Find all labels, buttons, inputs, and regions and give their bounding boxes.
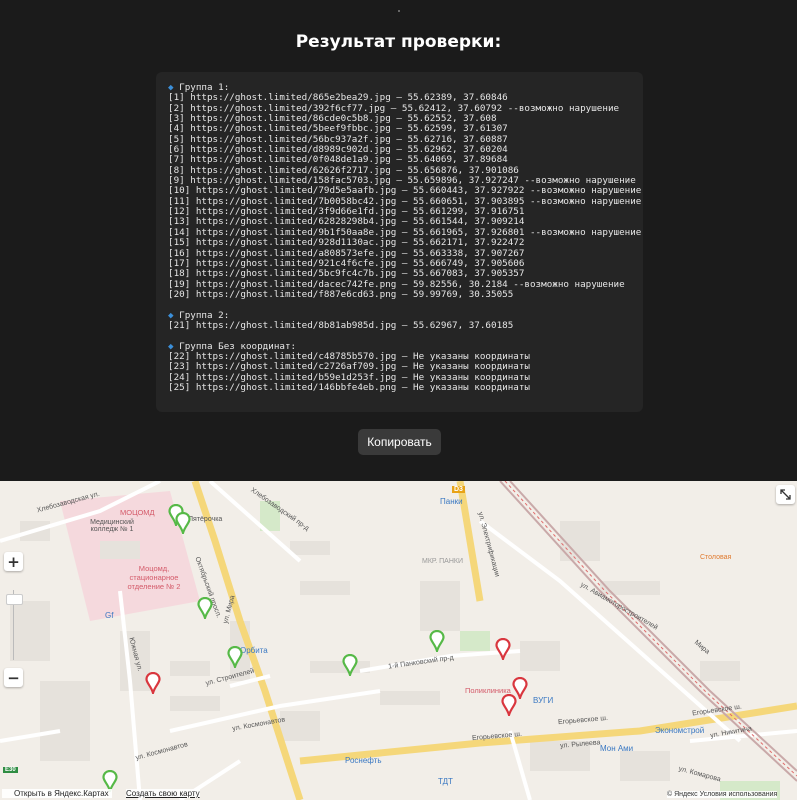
result-line: [12] https://ghost.limited/3f9d66e1fd.jp… — [168, 206, 525, 218]
result-line: [23] https://ghost.limited/c2726af709.jp… — [168, 361, 530, 373]
map-marker-ok[interactable] — [342, 654, 358, 676]
diamond-icon: ◆ — [168, 309, 174, 321]
metro-badge: D3 — [452, 486, 465, 493]
result-line: [11] https://ghost.limited/7b0058bc42.jp… — [168, 195, 642, 207]
result-line: [8] https://ghost.limited/62626f2717.jpg… — [168, 164, 519, 176]
result-line: [4] https://ghost.limited/5beef9fbbc.jpg… — [168, 123, 508, 135]
result-line: [18] https://ghost.limited/5bc9fc4c7b.jp… — [168, 268, 525, 280]
map-marker-violation[interactable] — [145, 672, 161, 694]
result-line: [22] https://ghost.limited/c48785b570.jp… — [168, 350, 530, 362]
highway-badge: E30 — [3, 767, 18, 773]
legal-notice[interactable]: © Яндекс Условия использования — [667, 791, 778, 798]
result-line: [15] https://ghost.limited/928d1130ac.jp… — [168, 237, 525, 249]
result-line: [16] https://ghost.limited/a808573efe.jp… — [168, 247, 525, 259]
result-line: [3] https://ghost.limited/86cde0c5b8.jpg… — [168, 113, 497, 125]
top-indicator-dot — [398, 10, 400, 12]
district-label: МКР. ПАНКИ — [422, 558, 464, 565]
poi-label-moscomd: МОЦОМД — [120, 508, 155, 517]
diamond-icon: ◆ — [168, 82, 174, 93]
map-marker-ok[interactable] — [429, 630, 445, 652]
result-line: [6] https://ghost.limited/d8989c902d.jpg… — [168, 144, 508, 156]
map-marker-ok[interactable] — [227, 646, 243, 668]
poi-label-gf: Gf — [105, 611, 114, 620]
map-marker-ok[interactable] — [175, 512, 191, 534]
create-map-link[interactable]: Создать свою карту — [126, 789, 200, 798]
result-list: ◆ Группа 1: [1] https://ghost.limited/86… — [168, 82, 641, 393]
poi-label-tdt: ТДТ — [438, 777, 453, 786]
diamond-icon: ◆ — [168, 340, 174, 352]
fullscreen-button[interactable] — [776, 485, 795, 504]
poi-label-vugi: ВУГИ — [533, 696, 554, 705]
result-panel: ◆ Группа 1: [1] https://ghost.limited/86… — [156, 72, 643, 412]
group-header: ◆ Группа Без координат: — [168, 340, 297, 352]
result-line: [21] https://ghost.limited/8b81ab985d.jp… — [168, 319, 514, 331]
poi-label-ekonomstroy: Экономстрой — [655, 726, 705, 735]
result-line: [17] https://ghost.limited/921c4f6cfe.jp… — [168, 257, 525, 269]
map-marker-ok[interactable] — [197, 597, 213, 619]
result-line: [9] https://ghost.limited/158fac5703.jpg… — [168, 175, 636, 187]
map-marker-violation[interactable] — [495, 638, 511, 660]
poi-label-stolovaya: Столовая — [700, 554, 732, 561]
result-line: [7] https://ghost.limited/0f048de1a9.jpg… — [168, 154, 508, 166]
zoom-slider-handle[interactable] — [6, 594, 23, 605]
poi-label-pyaterochka: Пятёрочка — [188, 516, 223, 523]
poi-label-monami: Мон Ами — [600, 744, 634, 753]
poi-label-rosneft: Роснефть — [345, 756, 382, 765]
result-line: [19] https://ghost.limited/dacec742fe.pn… — [168, 278, 625, 290]
group-header: ◆ Группа 1: — [168, 82, 230, 93]
group-header: ◆ Группа 2: — [168, 309, 230, 321]
result-line: [2] https://ghost.limited/392f6cf77.jpg … — [168, 102, 620, 114]
poi-label-hospital: Моцомд, стационарное отделение № 2 — [127, 564, 181, 591]
zoom-out-button[interactable]: − — [4, 668, 23, 687]
open-in-yandex-maps-link[interactable]: Открыть в Яндекс.Картах — [2, 789, 112, 798]
expand-icon — [780, 489, 791, 500]
result-line: [24] https://ghost.limited/b59e1d253f.jp… — [168, 371, 530, 383]
map-marker-violation[interactable] — [501, 694, 517, 716]
copy-button[interactable]: Копировать — [358, 429, 441, 455]
map-view[interactable]: Хлебозаводская ул. МОЦОМД Медицинский ко… — [0, 481, 797, 800]
result-line: [10] https://ghost.limited/79d5e5aafb.jp… — [168, 185, 642, 197]
poi-label-college: Медицинский колледж № 1 — [90, 519, 134, 533]
result-line: [1] https://ghost.limited/865e2bea29.jpg… — [168, 92, 508, 104]
result-line: [20] https://ghost.limited/f887e6cd63.pn… — [168, 288, 514, 300]
result-line: [13] https://ghost.limited/62828298b4.jp… — [168, 216, 525, 228]
poi-label-orbita: Орбита — [240, 646, 268, 655]
result-line: [14] https://ghost.limited/9b1f50aa8e.jp… — [168, 226, 642, 238]
result-line: [5] https://ghost.limited/56bc937a2f.jpg… — [168, 133, 508, 145]
poi-label-panki: Панки — [440, 497, 463, 506]
page-title: Результат проверки: — [295, 32, 502, 52]
result-line: [25] https://ghost.limited/146bbfe4eb.pn… — [168, 381, 530, 393]
zoom-in-button[interactable]: + — [4, 552, 23, 571]
